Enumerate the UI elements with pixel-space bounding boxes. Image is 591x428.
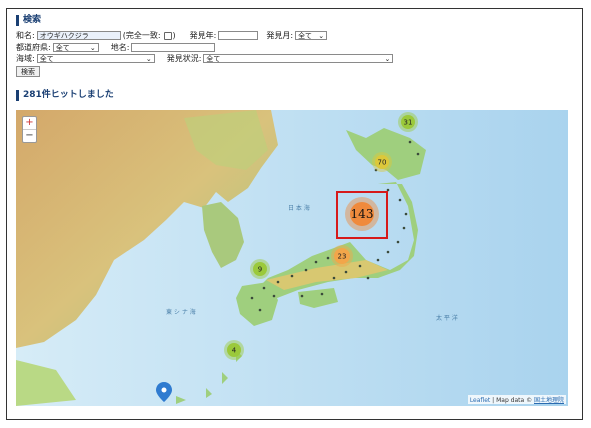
chevron-down-icon: ⌄	[318, 31, 325, 40]
cluster-marker[interactable]: 31	[398, 112, 418, 132]
prefecture-select[interactable]: 全て ⌄	[52, 43, 99, 52]
status-select[interactable]: 全て ⌄	[203, 54, 394, 63]
search-row-2: 都道府県: 全て ⌄ 地名:	[16, 42, 216, 53]
cluster-marker[interactable]: 9	[250, 259, 270, 279]
exact-match-label-open: (完全一致:	[122, 31, 161, 40]
results-count-title: 281件ヒットしました	[16, 90, 114, 101]
chevron-down-icon: ⌄	[384, 54, 391, 63]
sea-label-pacific: 太 平 洋	[436, 314, 458, 322]
month-select[interactable]: 全て ⌄	[295, 31, 328, 40]
year-label: 発見年:	[189, 31, 217, 40]
cluster-marker[interactable]: 70	[372, 152, 392, 172]
map-canvas[interactable]: 31 70 143 23 9 4 日 本 海 東 シ ナ 海 太 平 洋	[16, 110, 568, 406]
exact-match-label-close: )	[172, 31, 176, 40]
sea-label: 海域:	[16, 54, 35, 63]
cluster-count: 70	[378, 159, 387, 167]
map-view[interactable]: 31 70 143 23 9 4 日 本 海 東 シ ナ 海 太 平 洋 + −…	[16, 110, 568, 406]
exact-match-checkbox[interactable]	[163, 31, 172, 40]
search-section-title: 検索	[16, 15, 41, 26]
cluster-count: 4	[232, 347, 237, 355]
highlight-box	[336, 191, 388, 239]
status-label: 発見状況:	[166, 54, 202, 63]
status-select-value: 全て	[206, 54, 221, 63]
search-row-1: 和名: オウギハクジラ (完全一致: ) 発見年: 発見月: 全て ⌄	[16, 30, 328, 41]
name-label: 和名:	[16, 31, 35, 40]
map-attribution: Leaflet | Map data © 国土地理院	[467, 395, 566, 404]
zoom-control: + −	[22, 116, 37, 143]
cluster-marker[interactable]: 23	[331, 245, 353, 267]
name-input[interactable]: オウギハクジラ	[36, 31, 121, 40]
search-button[interactable]: 検索	[16, 66, 40, 77]
sea-select[interactable]: 全て ⌄	[36, 54, 155, 63]
chevron-down-icon: ⌄	[89, 43, 96, 52]
gsi-link[interactable]: 国土地理院	[534, 397, 564, 404]
sea-label-east-china: 東 シ ナ 海	[166, 308, 196, 316]
cluster-count: 9	[258, 266, 262, 274]
sea-select-value: 全て	[39, 54, 54, 63]
chevron-down-icon: ⌄	[145, 54, 152, 63]
leaflet-link[interactable]: Leaflet	[470, 397, 490, 404]
place-label: 地名:	[110, 43, 130, 52]
cluster-count: 23	[338, 253, 347, 261]
cluster-marker[interactable]: 4	[224, 340, 244, 360]
prefecture-select-value: 全て	[55, 43, 70, 52]
month-select-value: 全て	[298, 31, 313, 40]
zoom-in-button[interactable]: +	[23, 117, 36, 130]
prefecture-label: 都道府県:	[16, 43, 51, 52]
year-input[interactable]	[218, 31, 259, 40]
month-label: 発見月:	[266, 31, 294, 40]
place-input[interactable]	[131, 43, 216, 52]
cluster-count: 31	[404, 119, 413, 127]
sea-label-japan: 日 本 海	[288, 204, 310, 212]
search-row-3: 海域: 全て ⌄ 発見状況: 全て ⌄	[16, 53, 394, 64]
attribution-text: | Map data ©	[490, 397, 534, 404]
zoom-out-button[interactable]: −	[23, 130, 36, 142]
